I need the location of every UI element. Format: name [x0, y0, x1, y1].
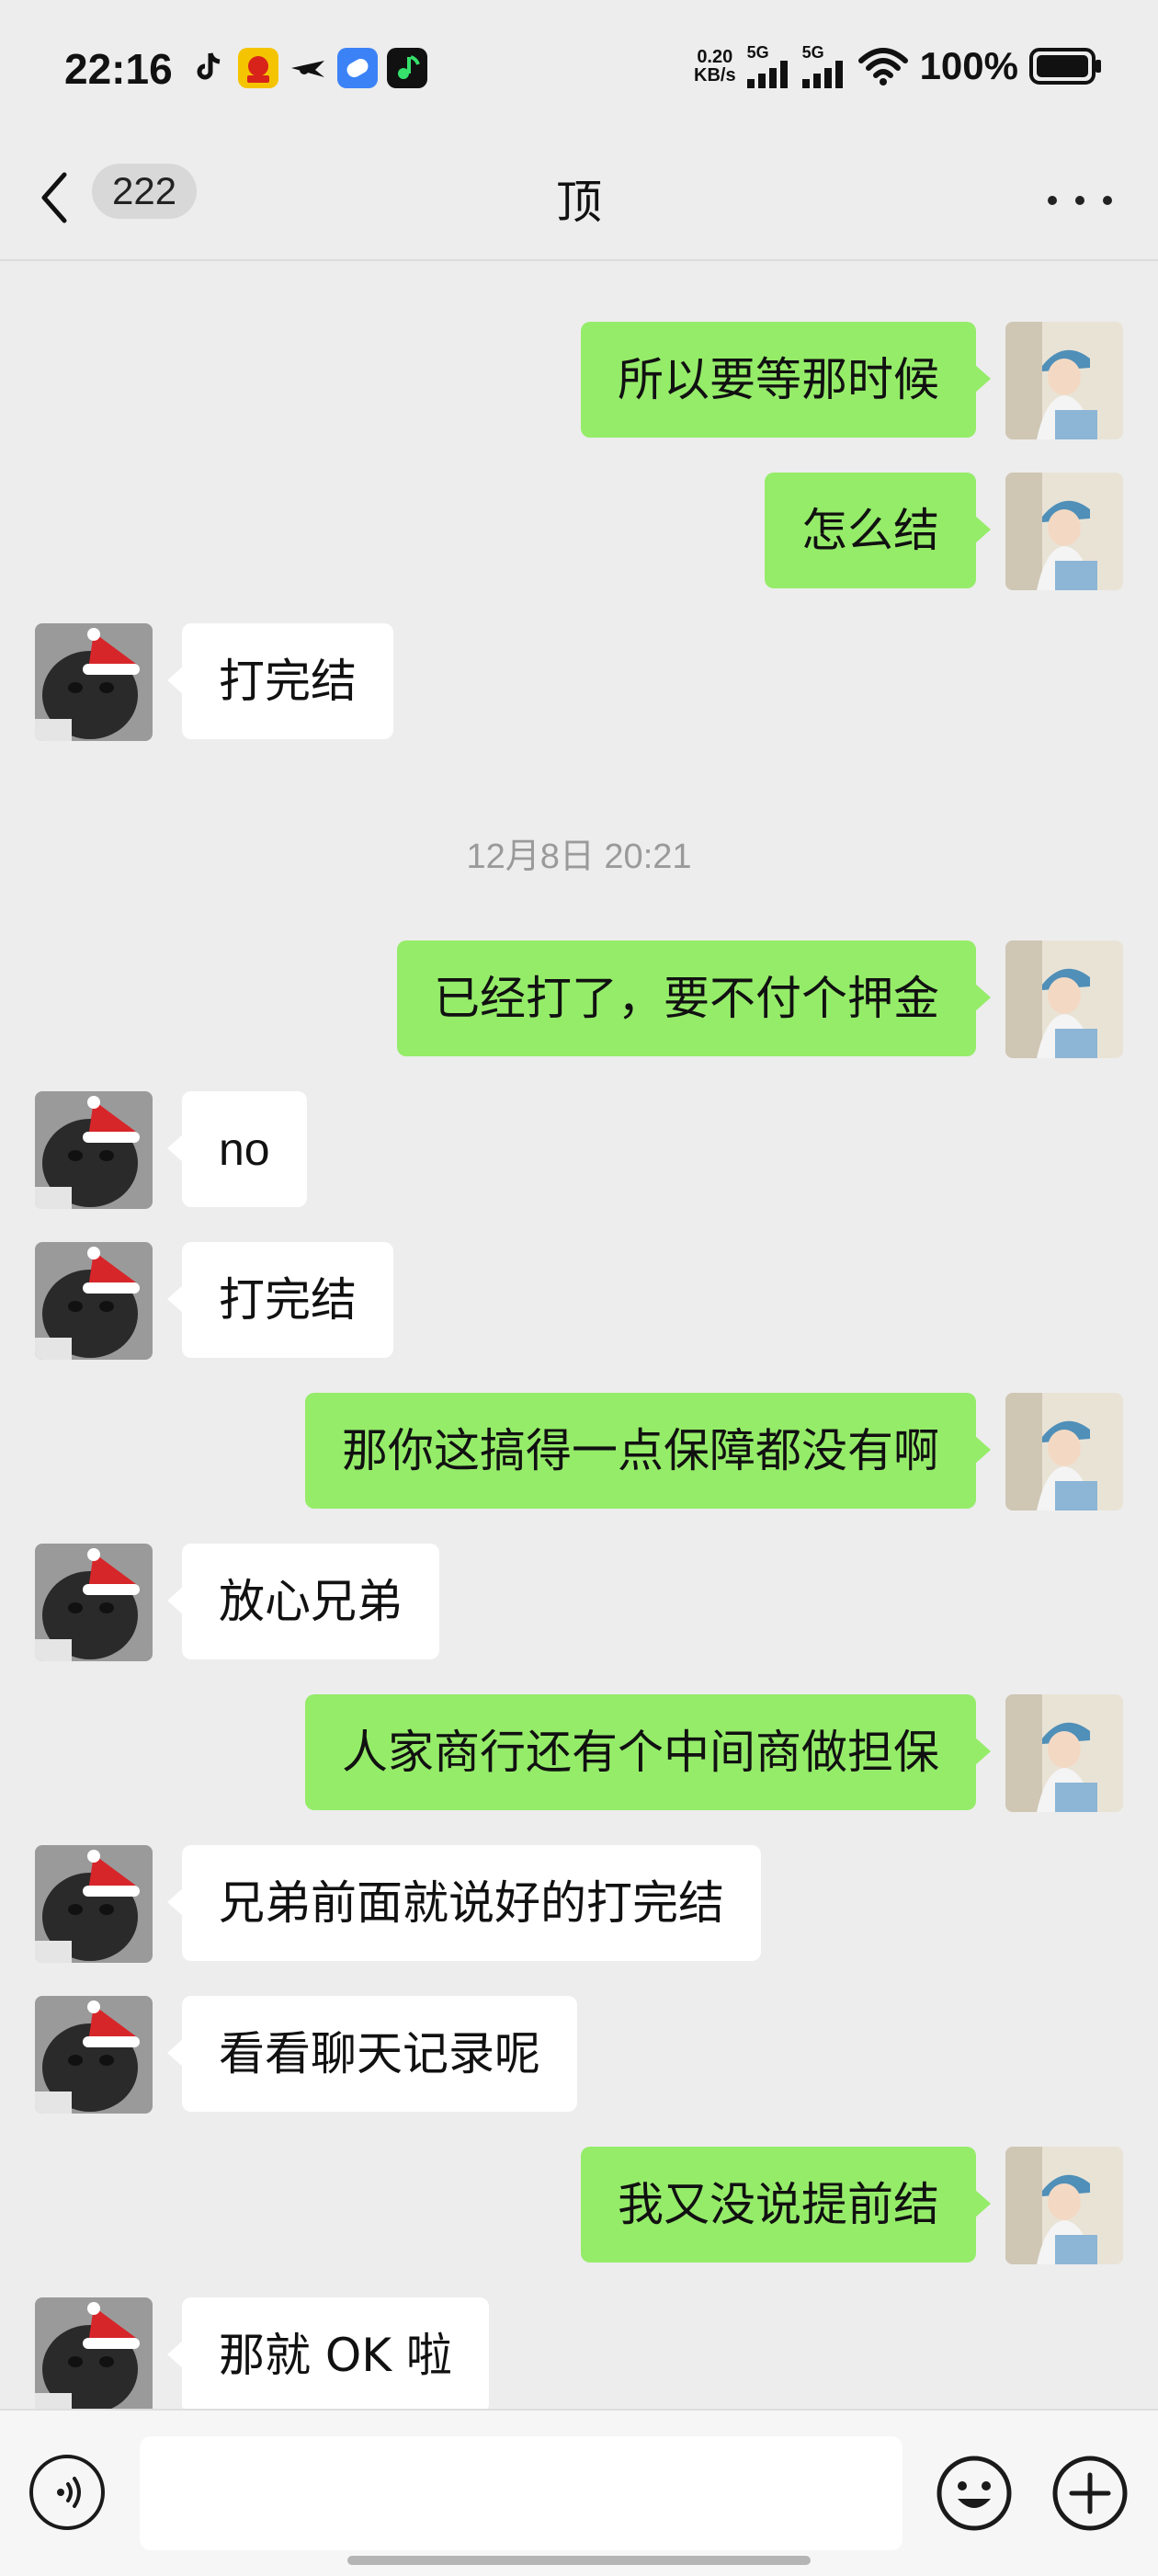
plane-app-icon	[288, 48, 328, 88]
tiktok-icon	[188, 48, 229, 88]
home-indicator[interactable]	[347, 2556, 811, 2565]
message-row: 打完结	[0, 1242, 1158, 1362]
notification-icons	[188, 48, 427, 88]
battery-icon	[1029, 48, 1101, 85]
contact-avatar[interactable]	[35, 1091, 153, 1209]
browser-app-icon	[337, 48, 378, 88]
game-app-icon	[238, 48, 278, 88]
message-bubble[interactable]: 怎么结	[765, 473, 991, 588]
voice-icon	[57, 2477, 81, 2508]
message-bubble[interactable]: 放心兄弟	[167, 1544, 439, 1659]
clock: 22:16	[64, 45, 173, 93]
contact-avatar[interactable]	[35, 1996, 153, 2114]
sim2-label: 5G	[801, 43, 824, 62]
status-bar: 22:16 0.20 KB/s 5G 5G 100%	[0, 0, 1158, 138]
my-avatar[interactable]	[1005, 322, 1123, 439]
message-input[interactable]	[140, 2436, 903, 2550]
dot-icon	[1048, 196, 1057, 205]
battery-percent: 100%	[919, 44, 1018, 87]
contact-avatar[interactable]	[35, 623, 153, 741]
message-row: 怎么结	[0, 473, 1158, 592]
network-speed-value: 0.20	[697, 47, 733, 67]
status-indicators: 0.20 KB/s 5G 5G 100%	[694, 44, 1103, 88]
message-bubble[interactable]: 兄弟前面就说好的打完结	[167, 1845, 761, 1961]
emoji-icon	[937, 2456, 1012, 2531]
message-bubble[interactable]: 那就 OK 啦	[167, 2297, 489, 2409]
emoji-button[interactable]	[934, 2453, 1015, 2534]
message-row: 兄弟前面就说好的打完结	[0, 1845, 1158, 1965]
message-bubble[interactable]: 已经打了，要不付个押金	[397, 940, 991, 1056]
voice-input-button[interactable]	[29, 2455, 105, 2530]
message-bubble[interactable]: no	[167, 1091, 307, 1207]
message-row: 那你这搞得一点保障都没有啊	[0, 1393, 1158, 1512]
chat-header: 222 顶	[0, 138, 1158, 261]
contact-avatar[interactable]	[35, 1544, 153, 1661]
music-app-icon	[387, 48, 427, 88]
plus-icon	[1052, 2456, 1128, 2531]
message-bubble[interactable]: 那你这搞得一点保障都没有啊	[305, 1393, 991, 1509]
message-bubble[interactable]: 看看聊天记录呢	[167, 1996, 577, 2112]
message-bubble[interactable]: 打完结	[167, 623, 393, 739]
network-speed-unit: KB/s	[694, 65, 736, 85]
signal-bars-icon	[746, 61, 788, 88]
contact-avatar[interactable]	[35, 1845, 153, 1963]
message-bubble[interactable]: 打完结	[167, 1242, 393, 1358]
message-row: 所以要等那时候	[0, 322, 1158, 441]
my-avatar[interactable]	[1005, 940, 1123, 1058]
message-row: no	[0, 1091, 1158, 1211]
my-avatar[interactable]	[1005, 2147, 1123, 2264]
message-row: 已经打了，要不付个押金	[0, 940, 1158, 1060]
more-functions-button[interactable]	[1050, 2453, 1130, 2534]
chat-title: 顶	[556, 176, 602, 229]
network-speed: 0.20 KB/s	[694, 48, 736, 85]
message-list[interactable]: 所以要等那时候 怎么结 打完结 12月8日 20:21 已经打了，要不付个押金 …	[0, 259, 1158, 2409]
sim1-label: 5G	[746, 43, 769, 62]
sim1-signal: 5G	[746, 43, 791, 88]
contact-avatar[interactable]	[35, 2297, 153, 2409]
more-options-button[interactable]	[1048, 182, 1112, 219]
message-bubble[interactable]: 我又没说提前结	[581, 2147, 991, 2263]
wifi-icon	[857, 48, 908, 85]
message-row: 那就 OK 啦	[0, 2297, 1158, 2409]
my-avatar[interactable]	[1005, 1393, 1123, 1510]
signal-bars-icon	[801, 61, 843, 88]
message-bubble[interactable]: 人家商行还有个中间商做担保	[305, 1694, 991, 1810]
message-row: 打完结	[0, 623, 1158, 743]
message-row: 放心兄弟	[0, 1544, 1158, 1663]
dot-icon	[1075, 196, 1084, 205]
my-avatar[interactable]	[1005, 1694, 1123, 1812]
input-bar	[0, 2409, 1158, 2576]
message-bubble[interactable]: 所以要等那时候	[581, 322, 991, 438]
message-row: 人家商行还有个中间商做担保	[0, 1694, 1158, 1814]
message-row: 看看聊天记录呢	[0, 1996, 1158, 2115]
message-row: 我又没说提前结	[0, 2147, 1158, 2266]
message-timestamp: 12月8日 20:21	[466, 838, 692, 876]
my-avatar[interactable]	[1005, 473, 1123, 590]
contact-avatar[interactable]	[35, 1242, 153, 1360]
dot-icon	[1103, 196, 1112, 205]
sim2-signal: 5G	[801, 43, 846, 88]
